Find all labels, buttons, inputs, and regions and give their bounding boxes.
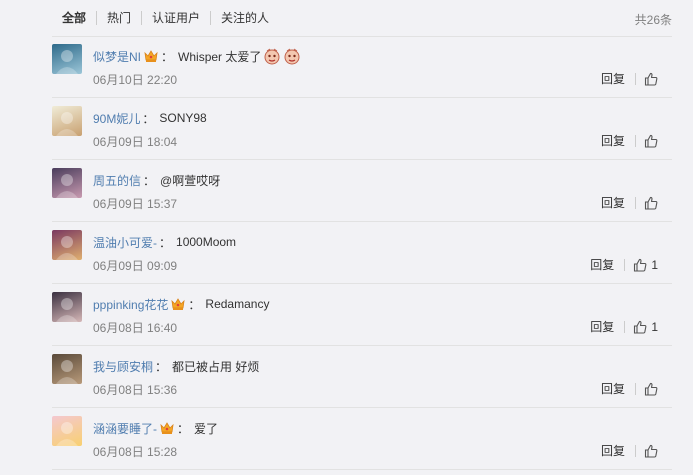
- username-link[interactable]: 涵涵要睡了-: [93, 420, 157, 437]
- comment-line: 温油小可爱-： 1000Moom: [93, 233, 236, 251]
- like-button[interactable]: [644, 72, 658, 86]
- colon: ：: [177, 421, 190, 436]
- comment-item: 涵涵要睡了- ： 爱了 06月08日 15:28 回复: [52, 408, 672, 470]
- thumbs-up-icon: [644, 134, 658, 148]
- comment-text: SONY98: [159, 111, 207, 125]
- divider: [635, 72, 636, 85]
- comment-actions: 回复 1: [590, 318, 658, 335]
- username-link[interactable]: 我与顾安桐: [93, 358, 153, 375]
- tab-verified[interactable]: 认证用户: [141, 11, 210, 25]
- divider: [635, 134, 636, 147]
- like-button[interactable]: [644, 382, 658, 396]
- comment-actions: 回复: [601, 442, 658, 459]
- comment-item: pppinking花花 ： Redamancy 06月08日 16:40 回复 1: [52, 284, 672, 346]
- colon: ：: [143, 173, 156, 188]
- comment-total: 共26条: [634, 13, 672, 27]
- colon: ：: [188, 297, 201, 312]
- tab-hot[interactable]: 热门: [96, 11, 141, 25]
- avatar[interactable]: [52, 292, 82, 322]
- username-link[interactable]: pppinking花花: [93, 296, 168, 313]
- comment-text: Whisper 太爱了: [178, 49, 262, 64]
- avatar[interactable]: [52, 44, 82, 74]
- avatar[interactable]: [52, 106, 82, 136]
- reply-button[interactable]: 回复: [601, 442, 625, 459]
- thumbs-up-icon: [644, 72, 658, 86]
- username-link[interactable]: 温油小可爱-: [93, 234, 157, 251]
- divider: [624, 258, 626, 271]
- crown-icon: [141, 48, 159, 64]
- colon: ：: [159, 235, 172, 250]
- comment-item: 周五的信： @啊萱哎呀 06月09日 15:37 回复: [52, 160, 672, 222]
- tab-all[interactable]: 全部: [52, 11, 96, 25]
- like-button[interactable]: [644, 134, 658, 148]
- comment-actions: 回复 1: [590, 256, 658, 273]
- reply-button[interactable]: 回复: [601, 380, 625, 397]
- comment-actions: 回复: [601, 132, 658, 149]
- divider: [635, 382, 636, 395]
- reply-button[interactable]: 回复: [590, 318, 614, 335]
- comment-line: 90M妮儿： SONY98: [93, 109, 207, 127]
- comment-time: 06月08日 16:40: [93, 321, 178, 335]
- comment-line: 似梦是NI ： Whisper 太爱了: [93, 47, 301, 65]
- divider: [635, 196, 636, 209]
- like-button[interactable]: [644, 196, 658, 210]
- thumbs-up-icon: [644, 444, 658, 458]
- divider: [635, 444, 636, 457]
- comment-time: 06月08日 15:36: [93, 383, 178, 397]
- reply-button[interactable]: 回复: [590, 256, 614, 273]
- comment-time: 06月09日 09:09: [93, 259, 178, 273]
- reply-button[interactable]: 回复: [601, 132, 625, 149]
- comment-line: pppinking花花 ： Redamancy: [93, 295, 269, 313]
- avatar[interactable]: [52, 168, 82, 198]
- username-link[interactable]: 似梦是NI: [93, 48, 141, 65]
- comment-line: 我与顾安桐： 都已被占用 好烦: [93, 357, 259, 375]
- comment-time: 06月09日 18:04: [93, 135, 178, 149]
- comment-text: 1000Moom: [176, 235, 237, 249]
- emoji-icon: [263, 47, 281, 65]
- avatar[interactable]: [52, 230, 82, 260]
- reply-button[interactable]: 回复: [601, 70, 625, 87]
- comment-text: 都已被占用 好烦: [172, 359, 260, 374]
- thumbs-up-icon: [633, 258, 647, 272]
- comment-actions: 回复: [601, 380, 658, 397]
- username-link[interactable]: 周五的信: [93, 172, 141, 189]
- comment-time: 06月09日 15:37: [93, 197, 178, 211]
- tab-following[interactable]: 关注的人: [210, 11, 279, 25]
- comment-line: 涵涵要睡了- ： 爱了: [93, 419, 218, 437]
- like-count: 1: [651, 257, 658, 272]
- comment-text: 爱了: [194, 421, 219, 436]
- comment-item: 似梦是NI ： Whisper 太爱了 06月10日 22:20 回复: [52, 36, 672, 98]
- comment-text: @啊萱哎呀: [160, 173, 221, 188]
- filter-tabs: 全部 热门 认证用户 关注的人 共26条: [52, 0, 672, 37]
- comment-panel: 全部 热门 认证用户 关注的人 共26条 似梦是NI： Whisper 太爱了 06…: [0, 0, 693, 475]
- comment-time: 06月10日 22:20: [93, 73, 178, 87]
- comment-actions: 回复: [601, 194, 658, 211]
- comment-line: 周五的信： @啊萱哎呀: [93, 171, 220, 189]
- like-count: 1: [651, 319, 658, 334]
- thumbs-up-icon: [644, 382, 658, 396]
- avatar[interactable]: [52, 354, 82, 384]
- like-button[interactable]: [644, 444, 658, 458]
- comment-text: Redamancy: [205, 297, 270, 311]
- emoji-icon: [283, 47, 301, 65]
- like-button[interactable]: 1: [633, 320, 658, 334]
- comment-item: 90M妮儿： SONY98 06月09日 18:04 回复: [52, 98, 672, 160]
- crown-icon: [168, 296, 186, 312]
- comment-time: 06月08日 15:28: [93, 445, 178, 459]
- comment-item: 温油小可爱-： 1000Moom 06月09日 09:09 回复 1: [52, 222, 672, 284]
- divider: [624, 320, 626, 333]
- colon: ：: [142, 111, 155, 126]
- username-link[interactable]: 90M妮儿: [93, 110, 140, 127]
- comment-list: 似梦是NI： Whisper 太爱了 06月10日 22:20 回复 90M妮儿： SON…: [52, 36, 672, 470]
- reply-button[interactable]: 回复: [601, 194, 625, 211]
- thumbs-up-icon: [644, 196, 658, 210]
- crown-icon: [157, 420, 175, 436]
- colon: ：: [161, 49, 174, 64]
- colon: ：: [155, 359, 168, 374]
- comment-actions: 回复: [601, 70, 658, 87]
- thumbs-up-icon: [633, 320, 647, 334]
- comment-item: 我与顾安桐： 都已被占用 好烦 06月08日 15:36 回复: [52, 346, 672, 408]
- like-button[interactable]: 1: [633, 258, 658, 272]
- avatar[interactable]: [52, 416, 82, 446]
